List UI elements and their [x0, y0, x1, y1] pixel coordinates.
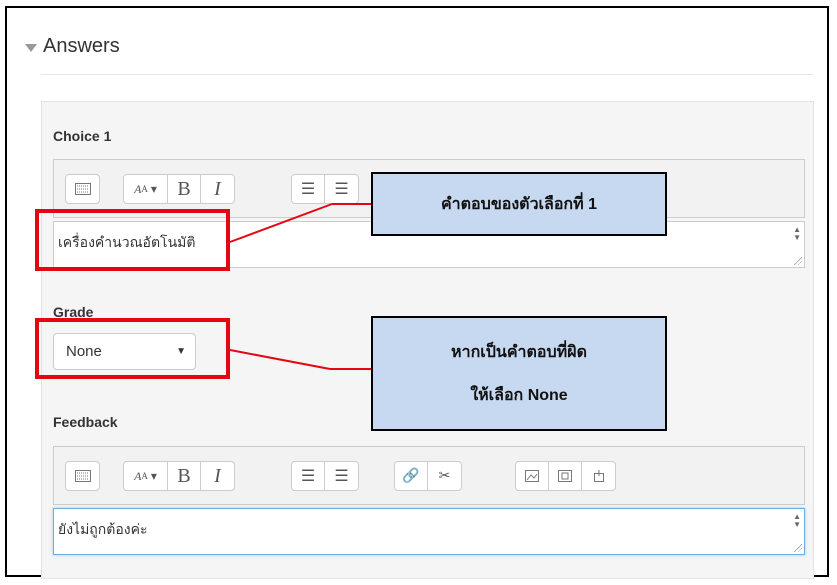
grade-callout: หากเป็นคำตอบที่ผิด ให้เลือก None — [371, 316, 667, 431]
choice-callout: คำตอบของตัวเลือกที่ 1 — [371, 172, 667, 236]
annotation-lines — [229, 203, 372, 370]
choice-callout-text: คำตอบของตัวเลือกที่ 1 — [440, 195, 598, 213]
grade-callout-line2: ให้เลือก None — [470, 386, 568, 404]
grade-callout-line1: หากเป็นคำตอบที่ผิด — [451, 343, 587, 361]
